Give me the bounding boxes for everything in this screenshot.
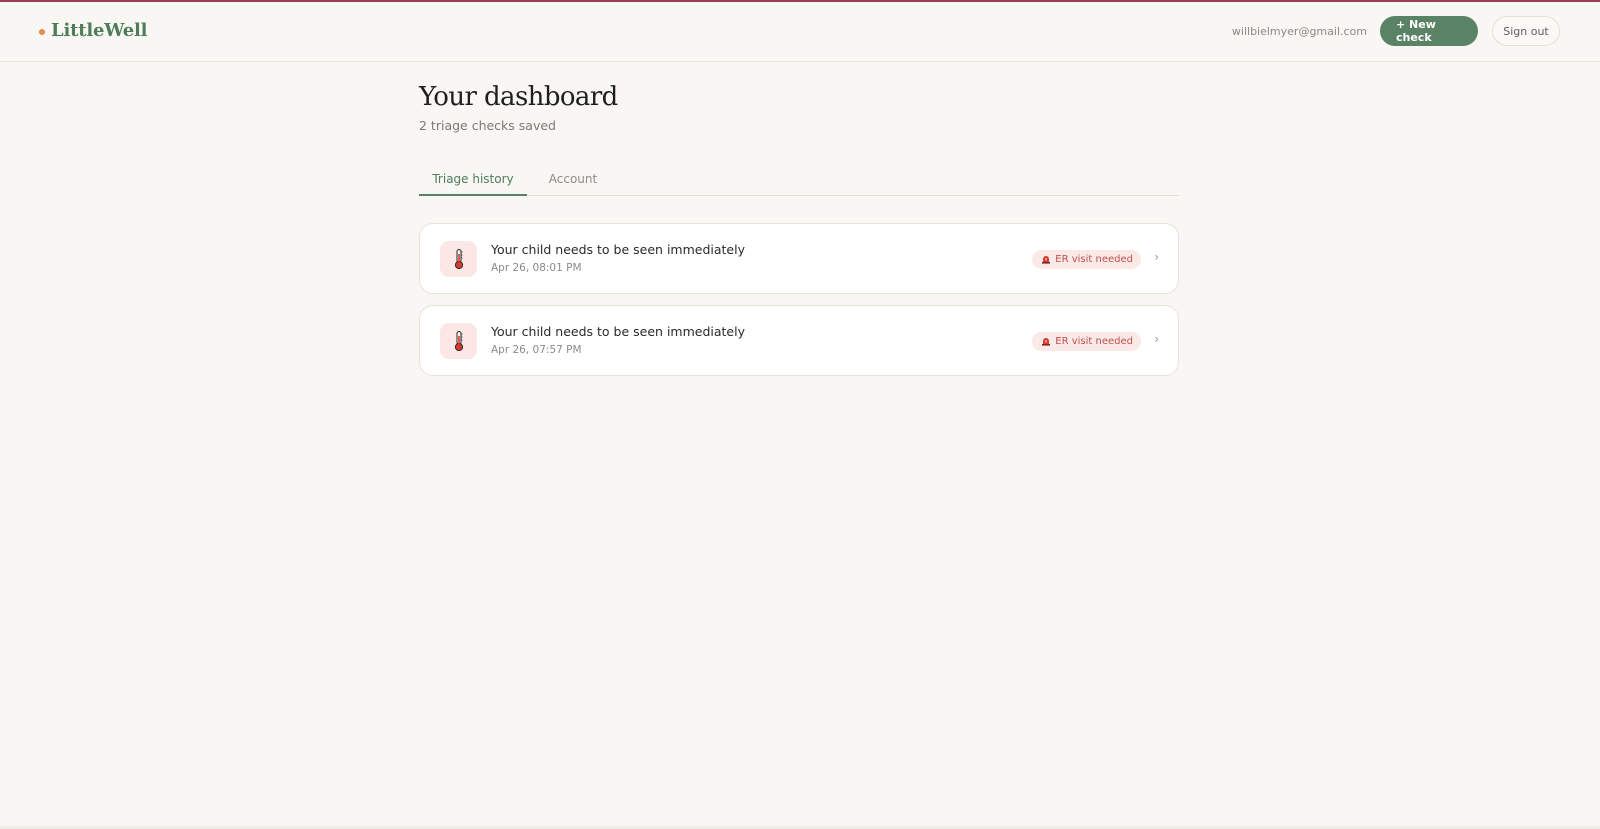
main-content: Your dashboard 2 triage checks saved Tri… — [419, 62, 1179, 376]
check-title: Your child needs to be seen immediately — [491, 324, 745, 339]
check-title: Your child needs to be seen immediately — [491, 242, 745, 257]
badge-label: ER visit needed — [1055, 336, 1133, 347]
new-check-button[interactable]: + New check — [1380, 16, 1478, 46]
tab-bar: Triage history Account — [419, 167, 1179, 196]
thermometer-icon — [440, 241, 477, 277]
triage-check-card[interactable]: Your child needs to be seen immediately … — [419, 223, 1179, 294]
logo-text: LittleWell — [51, 20, 148, 41]
page-subtitle: 2 triage checks saved — [419, 118, 556, 133]
triage-history-list: Your child needs to be seen immediately … — [419, 223, 1179, 387]
header-actions: willbielmyer@gmail.com + New check Sign … — [1232, 16, 1560, 46]
page-title: Your dashboard — [419, 82, 618, 112]
app-header: LittleWell willbielmyer@gmail.com + New … — [0, 2, 1600, 62]
siren-icon — [1041, 255, 1051, 264]
chevron-right-icon[interactable]: › — [1154, 332, 1159, 346]
check-date: Apr 26, 08:01 PM — [491, 262, 582, 274]
sign-out-button[interactable]: Sign out — [1492, 16, 1560, 46]
chevron-right-icon[interactable]: › — [1154, 250, 1159, 264]
user-email: willbielmyer@gmail.com — [1231, 24, 1367, 38]
check-date: Apr 26, 07:57 PM — [491, 344, 582, 356]
badge-label: ER visit needed — [1055, 254, 1133, 265]
logo[interactable]: LittleWell — [39, 20, 147, 41]
er-status-badge: ER visit needed — [1032, 332, 1141, 351]
siren-icon — [1041, 337, 1051, 346]
triage-check-card[interactable]: Your child needs to be seen immediately … — [419, 305, 1179, 376]
tab-account[interactable]: Account — [527, 167, 619, 196]
er-status-badge: ER visit needed — [1032, 250, 1141, 269]
tab-triage-history[interactable]: Triage history — [419, 167, 527, 196]
thermometer-icon — [440, 323, 477, 359]
logo-dot-icon — [39, 28, 45, 35]
